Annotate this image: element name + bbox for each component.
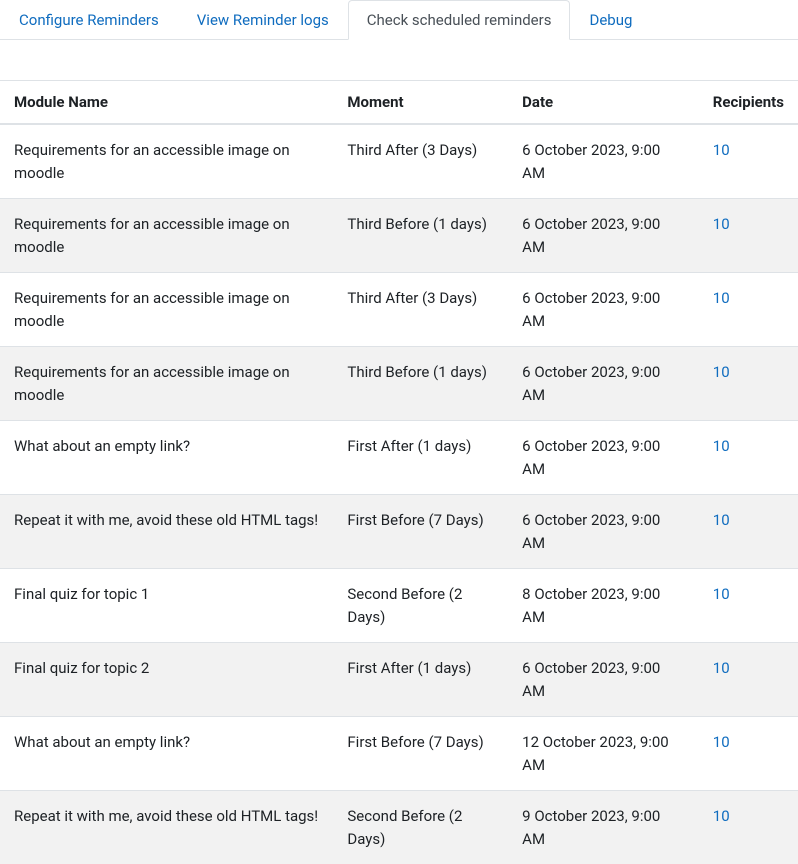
table-row: Repeat it with me, avoid these old HTML … (0, 791, 798, 864)
cell-module: Final quiz for topic 2 (0, 643, 333, 717)
cell-module: Final quiz for topic 1 (0, 569, 333, 643)
cell-moment: Third Before (1 days) (333, 347, 508, 421)
cell-moment: Second Before (2 Days) (333, 569, 508, 643)
table-row: What about an empty link?First After (1 … (0, 421, 798, 495)
cell-recipients: 10 (699, 199, 798, 273)
table-row: Repeat it with me, avoid these old HTML … (0, 495, 798, 569)
cell-date: 6 October 2023, 9:00 AM (508, 199, 699, 273)
table-row: Final quiz for topic 1Second Before (2 D… (0, 569, 798, 643)
cell-moment: Third After (3 Days) (333, 273, 508, 347)
cell-moment: Third After (3 Days) (333, 124, 508, 199)
cell-module: Requirements for an accessible image on … (0, 273, 333, 347)
recipients-link[interactable]: 10 (713, 733, 730, 751)
cell-recipients: 10 (699, 569, 798, 643)
cell-moment: First After (1 days) (333, 421, 508, 495)
table-row: What about an empty link?First Before (7… (0, 717, 798, 791)
header-moment: Moment (333, 81, 508, 125)
cell-module: Repeat it with me, avoid these old HTML … (0, 791, 333, 864)
recipients-link[interactable]: 10 (713, 363, 730, 381)
cell-moment: Second Before (2 Days) (333, 791, 508, 864)
cell-date: 12 October 2023, 9:00 AM (508, 717, 699, 791)
cell-moment: First Before (7 Days) (333, 717, 508, 791)
cell-moment: Third Before (1 days) (333, 199, 508, 273)
cell-date: 6 October 2023, 9:00 AM (508, 124, 699, 199)
cell-moment: First After (1 days) (333, 643, 508, 717)
recipients-link[interactable]: 10 (713, 659, 730, 677)
cell-recipients: 10 (699, 791, 798, 864)
recipients-link[interactable]: 10 (713, 141, 730, 159)
recipients-link[interactable]: 10 (713, 215, 730, 233)
tabs-bar: Configure Reminders View Reminder logs C… (0, 0, 798, 40)
cell-module: Requirements for an accessible image on … (0, 124, 333, 199)
content-area: Module Name Moment Date Recipients Requi… (0, 40, 798, 864)
cell-date: 6 October 2023, 9:00 AM (508, 273, 699, 347)
recipients-link[interactable]: 10 (713, 511, 730, 529)
header-date: Date (508, 81, 699, 125)
cell-module: What about an empty link? (0, 421, 333, 495)
table-row: Requirements for an accessible image on … (0, 199, 798, 273)
cell-module: What about an empty link? (0, 717, 333, 791)
cell-module: Repeat it with me, avoid these old HTML … (0, 495, 333, 569)
cell-moment: First Before (7 Days) (333, 495, 508, 569)
cell-recipients: 10 (699, 273, 798, 347)
tab-check-scheduled-reminders[interactable]: Check scheduled reminders (348, 0, 571, 40)
cell-module: Requirements for an accessible image on … (0, 199, 333, 273)
header-module: Module Name (0, 81, 333, 125)
cell-date: 6 October 2023, 9:00 AM (508, 495, 699, 569)
cell-date: 9 October 2023, 9:00 AM (508, 791, 699, 864)
cell-date: 6 October 2023, 9:00 AM (508, 643, 699, 717)
recipients-link[interactable]: 10 (713, 289, 730, 307)
tab-view-reminder-logs[interactable]: View Reminder logs (178, 0, 348, 40)
table-row: Requirements for an accessible image on … (0, 273, 798, 347)
recipients-link[interactable]: 10 (713, 437, 730, 455)
table-row: Requirements for an accessible image on … (0, 347, 798, 421)
recipients-link[interactable]: 10 (713, 585, 730, 603)
scheduled-reminders-table: Module Name Moment Date Recipients Requi… (0, 80, 798, 864)
cell-date: 6 October 2023, 9:00 AM (508, 347, 699, 421)
cell-recipients: 10 (699, 347, 798, 421)
cell-recipients: 10 (699, 495, 798, 569)
cell-recipients: 10 (699, 421, 798, 495)
recipients-link[interactable]: 10 (713, 807, 730, 825)
header-recipients: Recipients (699, 81, 798, 125)
tab-configure-reminders[interactable]: Configure Reminders (0, 0, 178, 40)
table-row: Final quiz for topic 2First After (1 day… (0, 643, 798, 717)
tab-debug[interactable]: Debug (570, 0, 651, 40)
cell-date: 6 October 2023, 9:00 AM (508, 421, 699, 495)
cell-date: 8 October 2023, 9:00 AM (508, 569, 699, 643)
cell-recipients: 10 (699, 643, 798, 717)
cell-recipients: 10 (699, 717, 798, 791)
cell-module: Requirements for an accessible image on … (0, 347, 333, 421)
table-row: Requirements for an accessible image on … (0, 124, 798, 199)
cell-recipients: 10 (699, 124, 798, 199)
